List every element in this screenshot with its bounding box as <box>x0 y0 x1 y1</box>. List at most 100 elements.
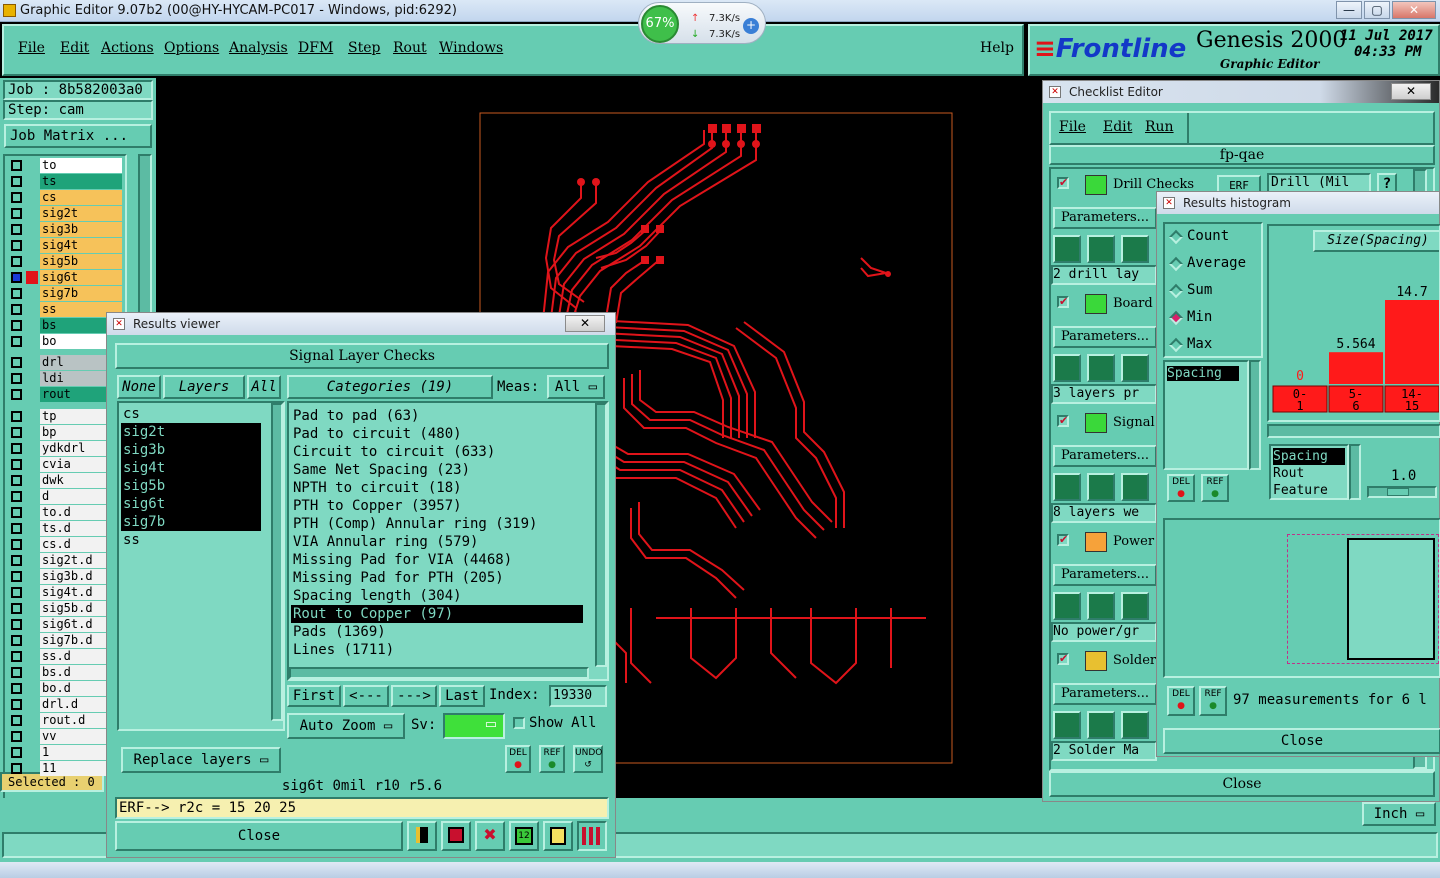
layer-checkbox[interactable] <box>11 459 22 470</box>
layers-list[interactable]: cs sig2t sig3b sig4t sig5b sig6t sig7b ss <box>117 401 285 731</box>
layer-checkbox[interactable] <box>11 731 22 742</box>
feature-item-feature[interactable]: Feature <box>1273 482 1347 499</box>
parameters-button[interactable]: Parameters... <box>1053 326 1157 348</box>
layer-color-swatch[interactable] <box>26 271 38 284</box>
run-check-icon[interactable] <box>1121 235 1149 263</box>
layer-checkbox[interactable] <box>11 667 22 678</box>
menu-edit[interactable]: Edit <box>60 40 89 56</box>
layer-list-item[interactable]: sig6t <box>121 495 261 513</box>
layer-row-g1-0[interactable]: to <box>6 158 124 174</box>
next-button[interactable]: ---> <box>391 685 437 707</box>
run-check-icon[interactable] <box>1121 473 1149 501</box>
run-check-icon[interactable] <box>1087 711 1115 739</box>
layer-checkbox[interactable] <box>11 587 22 598</box>
layer-checkbox[interactable] <box>11 603 22 614</box>
layer-checkbox[interactable] <box>11 357 22 368</box>
layer-checkbox[interactable] <box>11 176 22 187</box>
index-input[interactable]: 19330 <box>549 685 607 707</box>
histogram-close-button[interactable]: Close <box>1163 728 1440 754</box>
show-all-checkbox[interactable] <box>513 717 525 729</box>
checklist-item-checkbox[interactable]: ✔ <box>1057 296 1069 308</box>
layer-color-swatch[interactable] <box>26 175 38 188</box>
histogram-del-button[interactable]: DEL ● <box>1167 474 1195 502</box>
scale-slider[interactable] <box>1367 486 1437 498</box>
exit-button[interactable] <box>441 821 471 851</box>
layer-row-g1-4[interactable]: sig3b <box>6 222 124 238</box>
units-selector[interactable]: Inch ▭ <box>1362 802 1436 826</box>
layer-color-swatch[interactable] <box>26 538 38 551</box>
parameters-button[interactable]: Parameters... <box>1053 683 1157 705</box>
layer-color-swatch[interactable] <box>26 207 38 220</box>
layer-list-item[interactable]: cs <box>121 405 261 423</box>
layer-color-swatch[interactable] <box>26 746 38 759</box>
layer-color-swatch[interactable] <box>26 426 38 439</box>
category-item[interactable]: Pad to circuit (480) <box>291 425 583 443</box>
undo-button[interactable]: UNDO ↺ <box>573 745 603 773</box>
slider-thumb[interactable] <box>1387 488 1409 496</box>
layer-checkbox[interactable] <box>11 715 22 726</box>
run-check-icon[interactable] <box>1087 592 1115 620</box>
layer-color-swatch[interactable] <box>26 458 38 471</box>
layer-checkbox[interactable] <box>11 192 22 203</box>
checklist-item-checkbox[interactable]: ✔ <box>1057 534 1069 546</box>
menu-windows[interactable]: Windows <box>439 40 503 56</box>
auto-zoom-button[interactable]: Auto Zoom ▭ <box>287 713 405 739</box>
layer-name[interactable]: sig2t <box>40 206 122 221</box>
layer-row-g1-3[interactable]: sig2t <box>6 206 124 222</box>
maximize-button[interactable]: ▢ <box>1364 1 1390 19</box>
sv-selector[interactable]: ▭ <box>443 713 505 739</box>
layer-checkbox[interactable] <box>11 208 22 219</box>
layers-all-button[interactable]: All <box>247 375 281 399</box>
layer-color-swatch[interactable] <box>26 388 38 401</box>
layer-checkbox[interactable] <box>11 411 22 422</box>
layer-color-swatch[interactable] <box>26 554 38 567</box>
layer-color-swatch[interactable] <box>26 474 38 487</box>
layer-color-swatch[interactable] <box>26 602 38 615</box>
run-check-icon[interactable] <box>1121 592 1149 620</box>
layer-list-item[interactable]: sig7b <box>121 513 261 531</box>
category-item[interactable]: Rout to Copper (97) <box>291 605 583 623</box>
categories-scrollbar[interactable] <box>595 403 607 667</box>
radio-label[interactable]: Min <box>1187 309 1212 325</box>
layer-checkbox[interactable] <box>11 389 22 400</box>
layers-none-button[interactable]: None <box>117 375 161 399</box>
layer-color-swatch[interactable] <box>26 714 38 727</box>
layer-color-swatch[interactable] <box>26 570 38 583</box>
category-item[interactable]: Same Net Spacing (23) <box>291 461 583 479</box>
job-matrix-button[interactable]: Job Matrix ... <box>4 124 152 148</box>
menu-help[interactable]: Help <box>980 40 1014 56</box>
layer-checkbox[interactable] <box>11 336 22 347</box>
radio-label[interactable]: Sum <box>1187 282 1212 298</box>
layer-row-g1-6[interactable]: sig5b <box>6 254 124 270</box>
results-viewer-close-x[interactable]: ✕ <box>565 315 605 332</box>
layer-checkbox[interactable] <box>11 651 22 662</box>
checklist-close-x[interactable]: ✕ <box>1391 83 1431 100</box>
menu-actions[interactable]: Actions <box>101 40 154 56</box>
layer-checkbox[interactable] <box>11 539 22 550</box>
category-item[interactable]: PTH (Comp) Annular ring (319) <box>291 515 583 533</box>
layer-checkbox[interactable] <box>11 373 22 384</box>
category-item[interactable]: Missing Pad for PTH (205) <box>291 569 583 587</box>
category-item[interactable]: Lines (1711) <box>291 641 583 659</box>
feature-scrollbar[interactable] <box>1349 444 1361 500</box>
results-viewer-close-button[interactable]: Close <box>115 821 403 851</box>
chart-hscrollbar[interactable] <box>1267 424 1440 438</box>
layer-color-swatch[interactable] <box>26 490 38 503</box>
category-item[interactable]: VIA Annular ring (579) <box>291 533 583 551</box>
layer-checkbox[interactable] <box>11 427 22 438</box>
layer-row-g1-1[interactable]: ts <box>6 174 124 190</box>
layer-checkbox[interactable] <box>11 619 22 630</box>
layer-row-g1-7[interactable]: sig6t <box>6 270 124 286</box>
checklist-item-checkbox[interactable]: ✔ <box>1057 415 1069 427</box>
feature-list[interactable]: Spacing Rout Feature <box>1269 444 1349 500</box>
drill-model-field[interactable]: Drill (Mil <box>1267 173 1371 193</box>
run-check-icon[interactable] <box>1087 235 1115 263</box>
menu-file[interactable]: File <box>18 40 45 56</box>
first-button[interactable]: First <box>287 685 341 707</box>
layer-checkbox[interactable] <box>11 256 22 267</box>
categories-button[interactable]: Categories (19) <box>287 375 493 399</box>
preview-del-button[interactable]: DEL ● <box>1167 686 1195 716</box>
layer-checkbox[interactable] <box>11 304 22 315</box>
run-check-icon[interactable] <box>1121 711 1149 739</box>
layer-list-item[interactable]: ss <box>121 531 261 549</box>
